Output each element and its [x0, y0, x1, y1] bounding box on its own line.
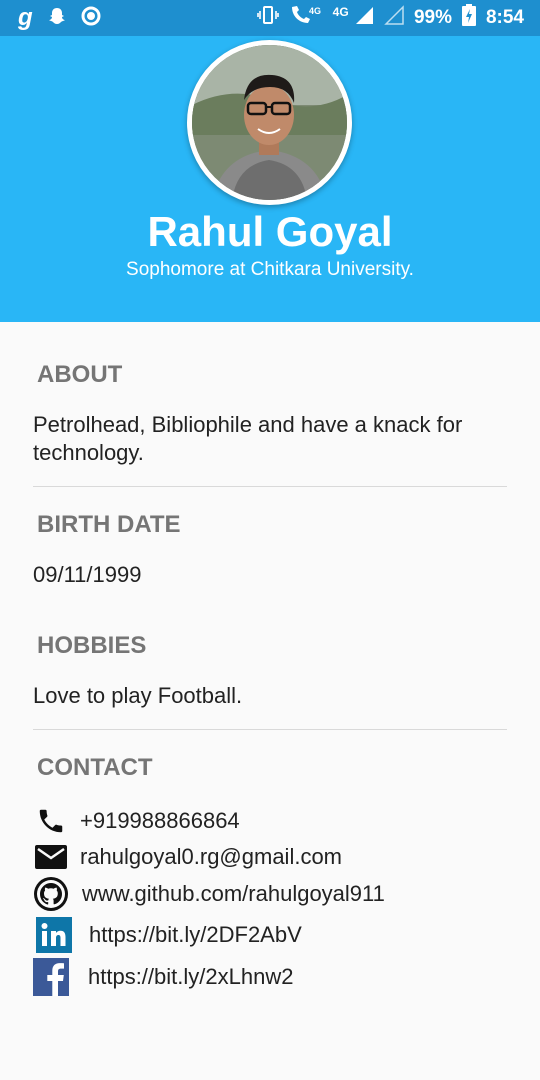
linkedin-icon	[36, 917, 72, 953]
facebook-icon	[33, 958, 69, 996]
profile-header: Rahul Goyal Sophomore at Chitkara Univer…	[0, 36, 540, 322]
contact-text: www.github.com/rahulgoyal911	[82, 881, 385, 906]
notification-icons: g	[18, 6, 101, 30]
profile-subtitle: Sophomore at Chitkara University.	[126, 259, 414, 280]
contact-text: rahulgoyal0.rg@gmail.com	[80, 844, 343, 869]
divider	[33, 729, 507, 730]
clock: 8:54	[485, 7, 524, 28]
contact-text: https://bit.ly/2DF2AbV	[89, 922, 302, 947]
contact-title: CONTACT	[37, 754, 153, 781]
volte-call-icon: 4G	[289, 4, 323, 32]
battery-percent: 99%	[413, 7, 452, 28]
github-icon	[33, 876, 69, 912]
vibrate-icon	[256, 5, 279, 31]
contact-phone[interactable]: +919988866864	[33, 803, 240, 839]
contact-text: https://bit.ly/2xLhnw2	[88, 964, 294, 989]
network-type: 4G	[332, 5, 349, 19]
hobbies-text: Love to play Football.	[33, 683, 243, 708]
contact-email[interactable]: rahulgoyal0.rg@gmail.com	[33, 839, 342, 875]
system-icons: 4G 4G 99% 8:54	[256, 4, 524, 32]
battery-charging-icon	[461, 4, 476, 32]
hobbies-title: HOBBIES	[37, 632, 147, 659]
contact-facebook[interactable]: https://bit.ly/2xLhnw2	[33, 958, 293, 996]
sync-icon	[81, 6, 101, 31]
signal-empty-icon	[384, 5, 404, 31]
email-icon	[33, 839, 69, 875]
profile-name: Rahul Goyal	[147, 208, 393, 255]
signal-icon: 4G	[333, 5, 374, 31]
phone-icon	[33, 803, 69, 839]
contact-text: +919988866864	[80, 808, 240, 833]
about-text: Petrolhead, Bibliophile and have a knack…	[33, 412, 463, 465]
birth-date-title: BIRTH DATE	[37, 511, 181, 538]
contact-github[interactable]: www.github.com/rahulgoyal911	[33, 876, 385, 912]
volte-label: 4G	[309, 6, 321, 16]
divider	[33, 486, 507, 487]
contact-linkedin[interactable]: https://bit.ly/2DF2AbV	[33, 917, 302, 953]
status-bar: g 4G 4G 99% 8:54	[0, 0, 540, 36]
birth-date-text: 09/11/1999	[33, 562, 142, 587]
about-title: ABOUT	[37, 361, 123, 388]
avatar	[187, 40, 352, 205]
snapchat-icon	[47, 6, 67, 31]
avatar-photo	[192, 45, 347, 200]
app-notification-icon: g	[18, 4, 33, 31]
